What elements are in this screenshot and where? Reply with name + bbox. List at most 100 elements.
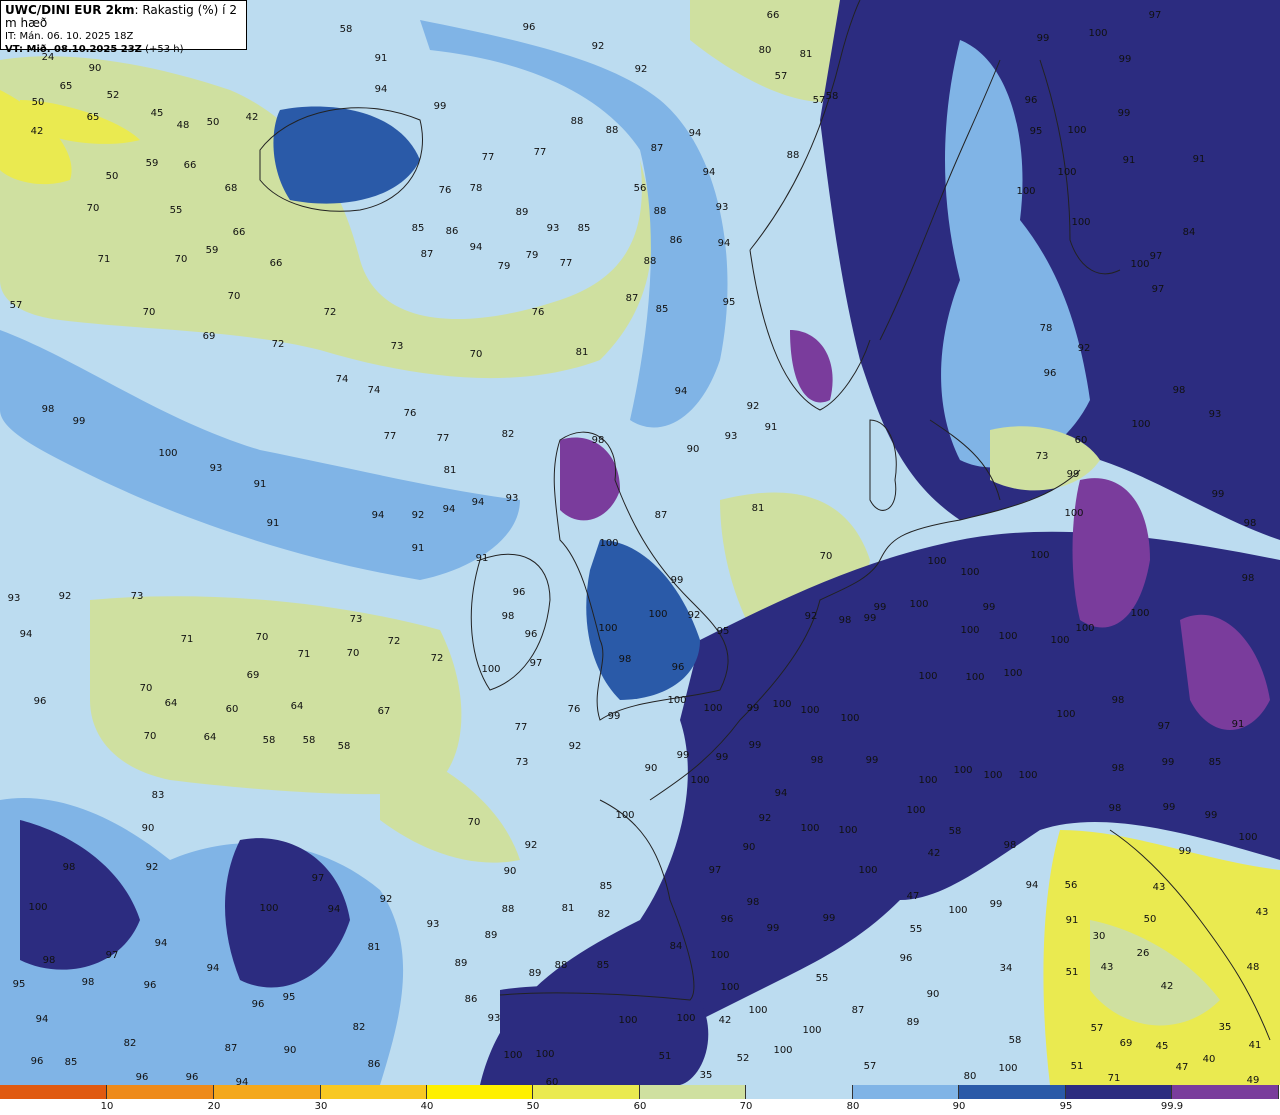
legend-swatch — [533, 1085, 640, 1099]
humidity-value-label: 100 — [800, 823, 819, 834]
humidity-value-label: 94 — [207, 963, 220, 974]
humidity-value-label: 100 — [690, 775, 709, 786]
humidity-value-label: 100 — [1071, 217, 1090, 228]
humidity-value-label: 99 — [990, 899, 1003, 910]
humidity-value-label: 99 — [983, 602, 996, 613]
humidity-value-label: 77 — [534, 147, 547, 158]
humidity-value-label: 95 — [1030, 126, 1043, 137]
humidity-value-label: 96 — [1044, 368, 1057, 379]
humidity-value-label: 100 — [1075, 623, 1094, 634]
humidity-value-label: 100 — [1064, 508, 1083, 519]
humidity-value-label: 76 — [404, 408, 417, 419]
humidity-value-label: 88 — [571, 116, 584, 127]
title-line: UWC/DINI EUR 2km: Rakastig (%) í 2 m hæð — [5, 4, 242, 30]
humidity-value-label: 97 — [530, 658, 543, 669]
humidity-value-label: 70 — [228, 291, 241, 302]
humidity-value-label: 94 — [372, 510, 385, 521]
humidity-value-label: 100 — [906, 805, 925, 816]
humidity-value-label: 100 — [720, 982, 739, 993]
humidity-value-label: 68 — [225, 183, 238, 194]
humidity-value-label: 47 — [1176, 1062, 1189, 1073]
humidity-value-label: 60 — [1075, 435, 1088, 446]
humidity-value-label: 100 — [503, 1050, 522, 1061]
humidity-value-label: 45 — [1156, 1041, 1169, 1052]
humidity-value-label: 94 — [675, 386, 688, 397]
map-title-box: UWC/DINI EUR 2km: Rakastig (%) í 2 m hæð… — [0, 0, 247, 55]
humidity-value-label: 89 — [516, 207, 529, 218]
humidity-value-label: 42 — [719, 1015, 732, 1026]
humidity-value-label: 42 — [246, 112, 259, 123]
legend-swatch — [427, 1085, 533, 1099]
humidity-value-label: 58 — [303, 735, 316, 746]
legend-bar — [0, 1085, 1280, 1099]
humidity-value-label: 98 — [1004, 840, 1017, 851]
humidity-value-label: 100 — [259, 903, 278, 914]
humidity-value-label: 91 — [267, 518, 280, 529]
legend-tick-label: 10 — [100, 1101, 114, 1112]
humidity-value-label: 100 — [615, 810, 634, 821]
humidity-value-label: 100 — [800, 705, 819, 716]
legend-tick-label: 60 — [633, 1101, 647, 1112]
humidity-value-label: 100 — [1030, 550, 1049, 561]
humidity-value-label: 80 — [964, 1071, 977, 1082]
humidity-value-label: 94 — [689, 128, 702, 139]
humidity-value-label: 94 — [718, 238, 731, 249]
humidity-value-label: 49 — [1247, 1075, 1260, 1085]
humidity-value-label: 100 — [960, 567, 979, 578]
humidity-value-label: 90 — [687, 444, 700, 455]
legend-swatch — [853, 1085, 959, 1099]
humidity-value-label: 85 — [65, 1057, 78, 1068]
valid-time-line: VT: Mið. 08.10.2025 23Z (+53 h) — [5, 43, 242, 56]
humidity-value-label: 66 — [767, 10, 780, 21]
humidity-value-label: 80 — [759, 45, 772, 56]
humidity-value-label: 92 — [1078, 343, 1091, 354]
humidity-value-label: 82 — [598, 909, 611, 920]
humidity-value-label: 57 — [864, 1061, 877, 1072]
humidity-value-label: 81 — [576, 347, 589, 358]
legend-tick-label: 50 — [526, 1101, 540, 1112]
humidity-value-label: 99 — [864, 613, 877, 624]
humidity-value-label: 97 — [709, 865, 722, 876]
legend-tick-label: 95 — [1059, 1101, 1073, 1112]
humidity-value-label: 90 — [645, 763, 658, 774]
humidity-value-label: 94 — [155, 938, 168, 949]
humidity-value-label: 99 — [608, 711, 621, 722]
humidity-value-label: 98 — [811, 755, 824, 766]
humidity-value-label: 93 — [427, 919, 440, 930]
humidity-value-label: 48 — [177, 120, 190, 131]
humidity-value-label: 69 — [203, 331, 216, 342]
humidity-value-label: 71 — [181, 634, 194, 645]
humidity-value-label: 88 — [654, 206, 667, 217]
humidity-value-label: 100 — [998, 631, 1017, 642]
humidity-value-label: 100 — [648, 609, 667, 620]
legend-swatch — [321, 1085, 427, 1099]
humidity-value-label: 100 — [1067, 125, 1086, 136]
humidity-value-label: 100 — [703, 703, 722, 714]
humidity-value-label: 92 — [525, 840, 538, 851]
humidity-value-label: 90 — [142, 823, 155, 834]
humidity-value-label: 91 — [1066, 915, 1079, 926]
humidity-value-label: 96 — [672, 662, 685, 673]
humidity-value-label: 100 — [1018, 770, 1037, 781]
humidity-value-label: 89 — [907, 1017, 920, 1028]
humidity-value-label: 91 — [1123, 155, 1136, 166]
humidity-value-label: 79 — [498, 261, 511, 272]
humidity-value-label: 98 — [1242, 573, 1255, 584]
humidity-value-label: 43 — [1153, 882, 1166, 893]
humidity-value-label: 100 — [599, 538, 618, 549]
humidity-value-label: 96 — [900, 953, 913, 964]
humidity-value-label: 66 — [270, 258, 283, 269]
humidity-value-label: 71 — [1108, 1073, 1121, 1084]
humidity-value-label: 81 — [800, 49, 813, 60]
humidity-value-label: 65 — [87, 112, 100, 123]
legend-tick-label: 40 — [420, 1101, 434, 1112]
humidity-value-label: 92 — [380, 894, 393, 905]
humidity-value-label: 94 — [443, 504, 456, 515]
humidity-value-label: 74 — [336, 374, 349, 385]
humidity-value-label: 94 — [20, 629, 33, 640]
humidity-value-label: 35 — [1219, 1022, 1232, 1033]
humidity-value-label: 93 — [547, 223, 560, 234]
humidity-value-label: 99 — [716, 752, 729, 763]
humidity-value-label: 86 — [446, 226, 459, 237]
humidity-value-label: 89 — [529, 968, 542, 979]
